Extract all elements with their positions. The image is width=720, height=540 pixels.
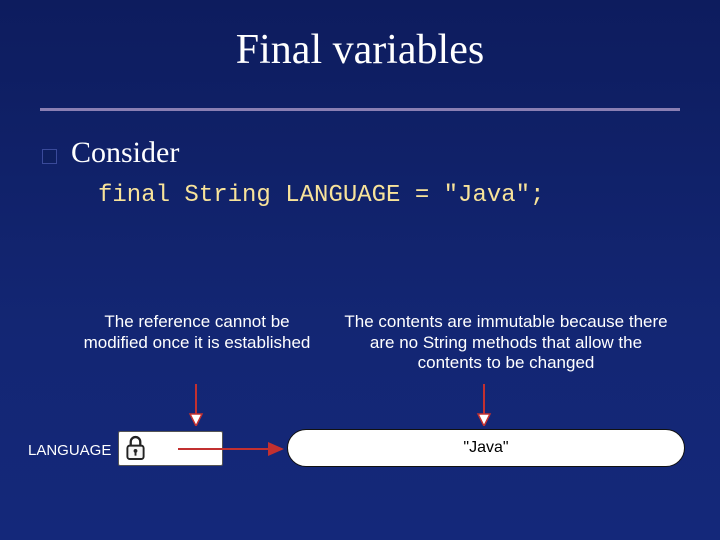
- string-value: "Java": [463, 439, 508, 457]
- slide: Final variables Consider final String LA…: [0, 0, 720, 540]
- arrow-down-icon: [474, 382, 494, 426]
- note-reference: The reference cannot be modified once it…: [82, 312, 312, 353]
- arrow-down-icon: [186, 382, 206, 426]
- note-contents: The contents are immutable because there…: [336, 312, 676, 374]
- title-underline: [40, 108, 680, 111]
- arrow-right-icon: [178, 438, 284, 460]
- bullet-text: Consider: [71, 136, 179, 170]
- slide-title: Final variables: [0, 26, 720, 74]
- bullet-icon: [42, 149, 57, 164]
- code-line: final String LANGUAGE = "Java";: [98, 182, 544, 209]
- lock-icon: [125, 435, 146, 462]
- bullet-row: Consider: [42, 136, 179, 170]
- string-value-oval: "Java": [287, 429, 685, 467]
- variable-label: LANGUAGE: [28, 442, 111, 459]
